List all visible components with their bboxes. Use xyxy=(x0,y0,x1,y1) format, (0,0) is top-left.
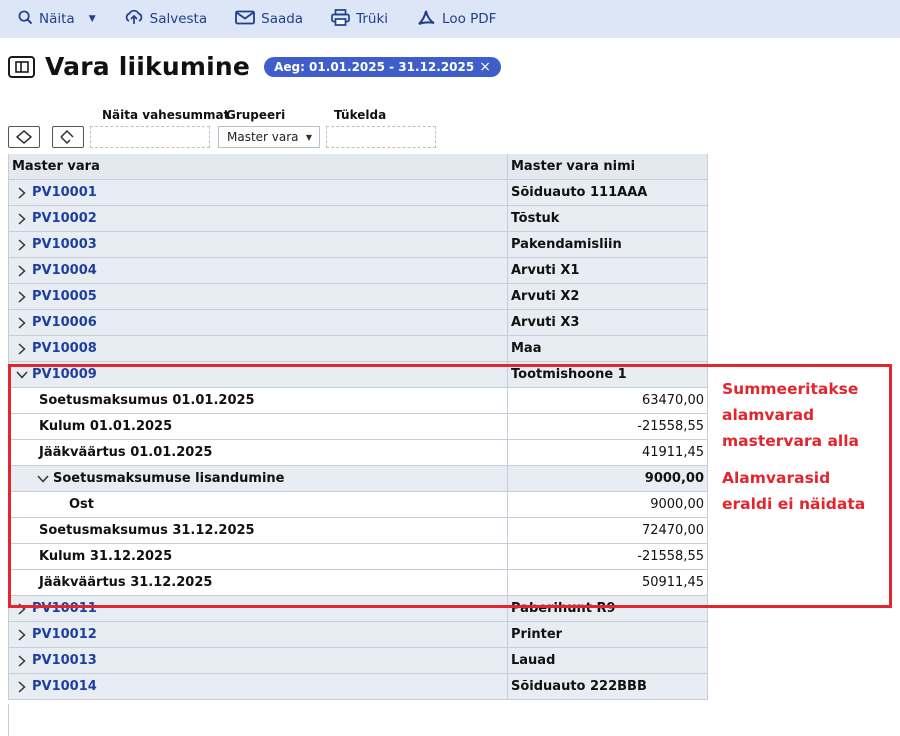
chevron-down-icon[interactable]: ▼ xyxy=(89,14,96,24)
asset-code[interactable]: PV10003 xyxy=(32,237,97,252)
annotation-line: alamvarad xyxy=(722,406,815,424)
chevron-right-icon[interactable] xyxy=(12,264,32,277)
asset-name: Arvuti X2 xyxy=(508,284,708,309)
annotation-note-1: Summeeritakse alamvarad mastervara alla xyxy=(722,376,859,454)
printer-icon xyxy=(331,8,356,30)
asset-name: Printer xyxy=(508,622,708,647)
group-row[interactable]: PV10008 Maa xyxy=(9,336,708,362)
chevron-right-icon[interactable] xyxy=(12,342,32,355)
title-row: Vara liikumine Aeg: 01.01.2025 - 31.12.2… xyxy=(8,52,501,81)
create-pdf-button-label: Loo PDF xyxy=(442,11,497,27)
expand-all-button[interactable] xyxy=(8,126,40,148)
group-select[interactable]: Master vara ▼ xyxy=(218,126,320,148)
chevron-right-icon[interactable] xyxy=(12,186,32,199)
annotation-line: Summeeritakse xyxy=(722,380,859,398)
asset-name: Lauad xyxy=(508,648,708,673)
asset-name: Arvuti X1 xyxy=(508,258,708,283)
close-icon[interactable]: × xyxy=(479,59,491,75)
toolbar: Näita ▼ Salvesta Saada Trüki Loo PDF xyxy=(0,0,900,38)
envelope-icon xyxy=(235,10,261,29)
asset-code[interactable]: PV10004 xyxy=(32,263,97,278)
cloud-upload-icon xyxy=(124,9,150,29)
period-badge[interactable]: Aeg: 01.01.2025 - 31.12.2025 × xyxy=(264,56,501,77)
asset-code[interactable]: PV10005 xyxy=(32,289,97,304)
diamond-arrow-icon xyxy=(60,130,74,144)
chevron-right-icon[interactable] xyxy=(12,316,32,329)
group-row[interactable]: PV10004 Arvuti X1 xyxy=(9,258,708,284)
save-button-label: Salvesta xyxy=(149,11,208,27)
chevron-right-icon[interactable] xyxy=(12,628,32,641)
save-button[interactable]: Salvesta xyxy=(124,9,208,29)
group-row[interactable]: PV10001 Sõiduauto 111AAA xyxy=(9,180,708,206)
group-row[interactable]: PV10013 Lauad xyxy=(9,648,708,674)
print-button-label: Trüki xyxy=(356,11,389,27)
send-button[interactable]: Saada xyxy=(235,10,303,29)
chevron-down-icon: ▼ xyxy=(305,132,312,142)
asset-name: Sõiduauto 222BBB xyxy=(508,674,708,699)
group-row[interactable]: PV10012 Printer xyxy=(9,622,708,648)
asset-code[interactable]: PV10006 xyxy=(32,315,97,330)
asset-code[interactable]: PV10002 xyxy=(32,211,97,226)
split-label: Tükelda xyxy=(334,108,387,122)
asset-code[interactable]: PV10013 xyxy=(32,653,97,668)
grid-header: Master vara Master vara nimi xyxy=(9,154,708,180)
annotation-line: eraldi ei näidata xyxy=(722,495,866,513)
pdf-icon xyxy=(416,9,442,30)
group-row[interactable]: PV10005 Arvuti X2 xyxy=(9,284,708,310)
subtotals-input[interactable] xyxy=(90,126,210,148)
grid-left-border xyxy=(8,704,9,736)
group-row[interactable]: PV10006 Arvuti X3 xyxy=(9,310,708,336)
asset-name: Tõstuk xyxy=(508,206,708,231)
show-button[interactable]: Näita ▼ xyxy=(18,10,96,29)
panel-toggle-icon[interactable] xyxy=(8,55,35,78)
chevron-right-icon[interactable] xyxy=(12,212,32,225)
collapse-all-button[interactable] xyxy=(52,126,84,148)
group-label: Grupeeri xyxy=(226,108,286,122)
send-button-label: Saada xyxy=(261,11,304,27)
asset-name: Maa xyxy=(508,336,708,361)
show-button-label: Näita xyxy=(39,11,75,27)
diamond-icon xyxy=(16,130,32,144)
chevron-right-icon[interactable] xyxy=(12,290,32,303)
annotation-line: Alamvarasid xyxy=(722,469,831,487)
asset-name: Pakendamisliin xyxy=(508,232,708,257)
print-button[interactable]: Trüki xyxy=(331,8,389,30)
annotation-line: mastervara alla xyxy=(722,432,860,450)
search-icon xyxy=(18,10,39,29)
asset-code[interactable]: PV10012 xyxy=(32,627,97,642)
column-header-master-asset-name[interactable]: Master vara nimi xyxy=(508,154,708,179)
group-select-value: Master vara xyxy=(227,130,299,144)
page-title: Vara liikumine xyxy=(45,52,251,81)
split-input[interactable] xyxy=(326,126,436,148)
subtotals-label: Näita vahesummat xyxy=(102,108,230,122)
column-header-master-asset[interactable]: Master vara xyxy=(9,154,508,179)
asset-code[interactable]: PV10001 xyxy=(32,185,97,200)
asset-code[interactable]: PV10014 xyxy=(32,679,97,694)
chevron-right-icon[interactable] xyxy=(12,238,32,251)
chevron-right-icon[interactable] xyxy=(12,654,32,667)
group-row[interactable]: PV10014 Sõiduauto 222BBB xyxy=(9,674,708,700)
group-row[interactable]: PV10002 Tõstuk xyxy=(9,206,708,232)
asset-name: Sõiduauto 111AAA xyxy=(508,180,708,205)
asset-name: Arvuti X3 xyxy=(508,310,708,335)
chevron-right-icon[interactable] xyxy=(12,680,32,693)
asset-code[interactable]: PV10008 xyxy=(32,341,97,356)
period-badge-label: Aeg: 01.01.2025 - 31.12.2025 xyxy=(274,59,475,74)
group-row[interactable]: PV10003 Pakendamisliin xyxy=(9,232,708,258)
create-pdf-button[interactable]: Loo PDF xyxy=(416,9,496,30)
annotation-note-2: Alamvarasid eraldi ei näidata xyxy=(722,465,865,517)
